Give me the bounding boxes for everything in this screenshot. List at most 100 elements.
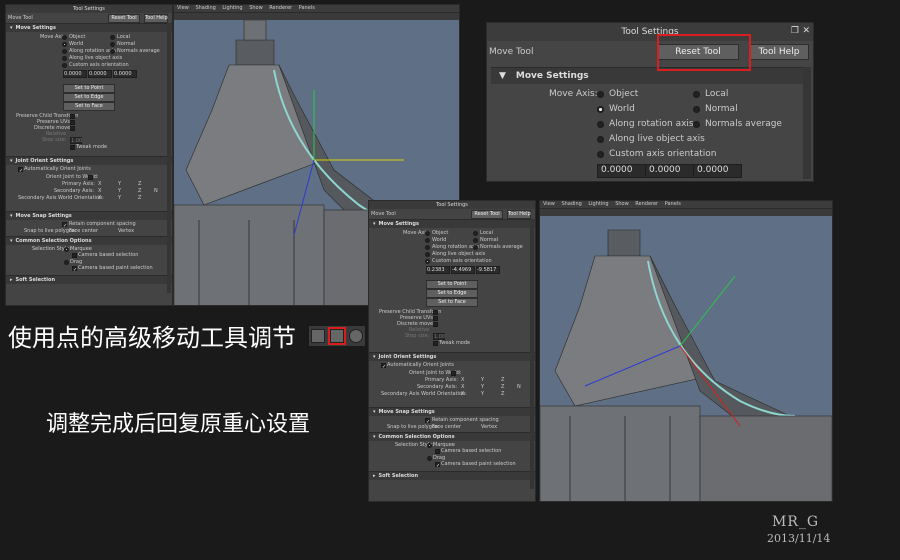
scrollbar-mid[interactable] [530, 219, 534, 489]
discrete-move-checkbox[interactable] [70, 126, 75, 131]
radio-marquee-mid[interactable] [427, 443, 432, 448]
reset-tool-button-mid[interactable]: Reset Tool [471, 209, 503, 219]
radio-custom-axis[interactable] [62, 63, 67, 68]
radio-custom-axis-mid[interactable] [425, 259, 430, 264]
axis-field-x-zoom[interactable]: 0.0000 [597, 164, 646, 178]
move-settings-header-zoom[interactable]: ▼ Move Settings [491, 67, 809, 84]
radio-along-live[interactable] [62, 56, 67, 61]
radio-along-live-mid[interactable] [425, 252, 430, 257]
menu-panels[interactable]: Panels [299, 5, 315, 11]
radio-object[interactable] [62, 35, 67, 40]
menu-shading-right[interactable]: Shading [561, 201, 581, 207]
menu-show-right[interactable]: Show [615, 201, 629, 207]
radio-marquee[interactable] [64, 247, 69, 252]
set-to-point-button-mid[interactable]: Set to Point [426, 280, 478, 289]
auto-orient-checkbox-mid[interactable]: ✓ [381, 363, 386, 370]
viewport-right[interactable]: View Shading Lighting Show Renderer Pane… [539, 200, 833, 502]
radio-local-mid[interactable] [473, 231, 478, 236]
radio-local[interactable] [110, 35, 115, 40]
reset-tool-button[interactable]: Reset Tool [108, 13, 140, 23]
radio-along-live-zoom[interactable] [597, 136, 604, 143]
move-settings-header-mid[interactable]: ▾ Move Settings [369, 219, 535, 228]
radio-normals-average-zoom[interactable] [693, 121, 700, 128]
set-to-edge-button-mid[interactable]: Set to Edge [426, 289, 478, 298]
close-icon[interactable]: ✕ [802, 26, 810, 36]
radio-world[interactable] [62, 42, 67, 47]
orient-world-checkbox[interactable] [88, 175, 93, 180]
radio-world-label-mid: World [432, 237, 447, 243]
axis-field-z-mid[interactable]: -9.5817 [476, 266, 500, 274]
preserve-child-checkbox-mid[interactable] [433, 310, 438, 315]
tool-help-button-zoom[interactable]: Tool Help [749, 44, 809, 60]
step-size-field-mid[interactable]: 1.00 [433, 333, 445, 340]
menu-lighting-right[interactable]: Lighting [588, 201, 608, 207]
radio-world-zoom[interactable] [597, 106, 604, 113]
soft-selection-header-mid[interactable]: ▸ Soft Selection [369, 471, 535, 480]
axis-field-y-zoom[interactable]: 0.0000 [645, 164, 694, 178]
radio-normals-average[interactable] [110, 49, 115, 54]
radio-along-rotation-zoom[interactable] [597, 121, 604, 128]
tweak-mode-checkbox-mid[interactable] [433, 341, 438, 346]
common-selection-header-mid[interactable]: ▾ Common Selection Options [369, 432, 535, 441]
axis-field-y-mid[interactable]: -4.4969 [451, 266, 475, 274]
camera-based-checkbox-mid[interactable] [435, 449, 440, 454]
move-settings-header[interactable]: ▾ Move Settings [6, 23, 172, 32]
tool-help-button[interactable]: Tool Help [144, 13, 168, 23]
move-snap-header-mid[interactable]: ▾ Move Snap Settings [369, 407, 535, 416]
set-to-face-button[interactable]: Set to Face [63, 102, 115, 111]
float-icon[interactable]: ❐ [791, 26, 799, 36]
advanced-move-icon[interactable] [327, 327, 346, 345]
radio-normals-average-mid[interactable] [473, 245, 478, 250]
set-to-edge-button[interactable]: Set to Edge [63, 93, 115, 102]
retain-spacing-checkbox-mid[interactable]: ✓ [425, 418, 430, 425]
radio-normal-mid[interactable] [473, 238, 478, 243]
menu-renderer[interactable]: Renderer [269, 5, 292, 11]
axis-field-y[interactable]: 0.0000 [88, 70, 112, 78]
menu-show[interactable]: Show [249, 5, 263, 11]
camera-based-checkbox[interactable] [72, 253, 77, 258]
menu-shading[interactable]: Shading [195, 5, 215, 11]
axis-field-z[interactable]: 0.0000 [113, 70, 137, 78]
step-size-field[interactable]: 1.00 [70, 137, 82, 144]
joint-orient-header[interactable]: ▾ Joint Orient Settings [6, 156, 172, 165]
radio-object-mid[interactable] [425, 231, 430, 236]
menu-renderer-right[interactable]: Renderer [635, 201, 658, 207]
axis-field-x-mid[interactable]: 0.2383 [426, 266, 450, 274]
axis-field-z-zoom[interactable]: 0.0000 [693, 164, 742, 178]
menu-view-right[interactable]: View [543, 201, 555, 207]
retain-spacing-checkbox[interactable]: ✓ [62, 222, 67, 229]
set-to-face-button-mid[interactable]: Set to Face [426, 298, 478, 307]
scrollbar-zoom[interactable] [803, 67, 811, 179]
soft-selection-header[interactable]: ▸ Soft Selection [6, 275, 172, 284]
tool-help-button-mid[interactable]: Tool Help [507, 209, 531, 219]
orient-world-checkbox-mid[interactable] [451, 371, 456, 376]
radio-custom-axis-zoom[interactable] [597, 151, 604, 158]
radio-drag-mid[interactable] [427, 456, 432, 461]
tweak-mode-checkbox[interactable] [70, 145, 75, 150]
set-to-point-button[interactable]: Set to Point [63, 84, 115, 93]
menu-lighting[interactable]: Lighting [222, 5, 242, 11]
scrollbar[interactable] [167, 23, 171, 293]
common-selection-header[interactable]: ▾ Common Selection Options [6, 236, 172, 245]
camera-paint-checkbox-mid[interactable]: ✓ [435, 462, 440, 469]
joint-orient-header-mid[interactable]: ▾ Joint Orient Settings [369, 352, 535, 361]
camera-paint-checkbox[interactable]: ✓ [72, 266, 77, 273]
auto-orient-checkbox[interactable]: ✓ [18, 167, 23, 174]
radio-normal-zoom[interactable] [693, 106, 700, 113]
radio-object-zoom[interactable] [597, 91, 604, 98]
radio-drag[interactable] [64, 260, 69, 265]
preserve-child-checkbox[interactable] [70, 114, 75, 119]
rotate-tool-icon[interactable] [348, 329, 363, 343]
radio-along-rotation[interactable] [62, 49, 67, 54]
radio-world-label: World [69, 41, 84, 47]
radio-world-mid[interactable] [425, 238, 430, 243]
radio-normal[interactable] [110, 42, 115, 47]
move-tool-icon[interactable] [311, 329, 326, 343]
menu-view[interactable]: View [177, 5, 189, 11]
discrete-move-checkbox-mid[interactable] [433, 322, 438, 327]
axis-field-x[interactable]: 0.0000 [63, 70, 87, 78]
menu-panels-right[interactable]: Panels [665, 201, 681, 207]
move-snap-header[interactable]: ▾ Move Snap Settings [6, 211, 172, 220]
radio-along-rotation-mid[interactable] [425, 245, 430, 250]
radio-local-zoom[interactable] [693, 91, 700, 98]
